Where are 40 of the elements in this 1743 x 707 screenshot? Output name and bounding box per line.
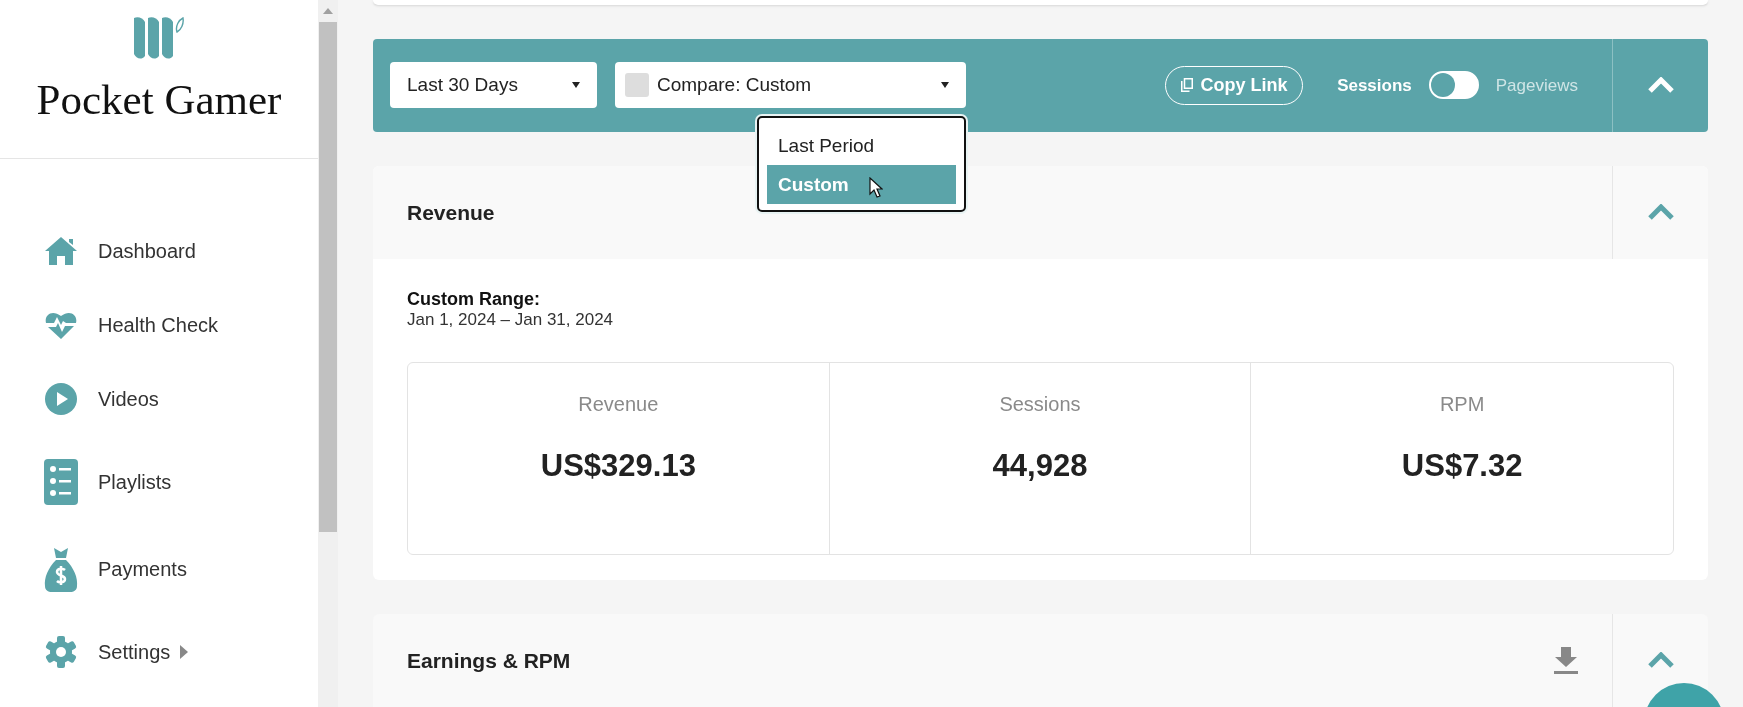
copy-icon bbox=[1180, 78, 1193, 93]
nav-item[interactable]: Payments bbox=[0, 546, 318, 592]
card-title: Earnings & RPM bbox=[407, 647, 572, 674]
nav-item[interactable]: Videos bbox=[0, 376, 318, 422]
checklist-icon bbox=[44, 459, 78, 505]
stat-label: RPM bbox=[1439, 391, 1485, 417]
compare-dropdown[interactable]: Compare: Custom bbox=[615, 62, 966, 109]
stat-label: Revenue bbox=[578, 391, 659, 417]
toggle-switch[interactable] bbox=[1428, 71, 1479, 100]
scroll-up-arrow-icon[interactable] bbox=[323, 8, 333, 14]
chevron-up-icon[interactable] bbox=[1647, 204, 1674, 221]
date-range-dropdown[interactable]: Last 30 Days bbox=[390, 62, 597, 109]
chevron-up-icon[interactable] bbox=[1647, 652, 1674, 668]
logo-icon bbox=[134, 16, 184, 61]
nav-item[interactable]: Health Check bbox=[0, 302, 318, 348]
card-title: Revenue bbox=[407, 199, 496, 226]
cursor-icon bbox=[869, 177, 883, 200]
range-label: Custom Range: bbox=[407, 288, 541, 310]
stat-value: 44,928 bbox=[992, 446, 1088, 485]
stat-value: US$7.32 bbox=[1401, 446, 1523, 485]
nav-item[interactable]: Playlists bbox=[0, 459, 318, 505]
caret-icon bbox=[941, 82, 949, 89]
money-bag-icon bbox=[44, 546, 78, 592]
nav-item[interactable]: Settings bbox=[0, 629, 318, 675]
date-range: Jan 1, 2024 – Jan 31, 2024 bbox=[407, 309, 615, 330]
toggle-label: Sessions bbox=[1337, 74, 1412, 97]
toggle-label: Pageviews bbox=[1495, 74, 1578, 97]
brand-name: Pocket Gamer bbox=[35, 75, 283, 125]
play-circle-icon bbox=[44, 382, 78, 416]
home-icon bbox=[44, 236, 78, 266]
menu-option[interactable]: Last Period bbox=[767, 126, 956, 166]
stat-value: US$329.13 bbox=[540, 446, 696, 485]
checkbox[interactable] bbox=[625, 73, 649, 98]
heart-pulse-icon bbox=[44, 310, 78, 340]
stat-label: Sessions bbox=[999, 391, 1081, 417]
scrollbar-thumb[interactable] bbox=[319, 22, 337, 532]
download-icon[interactable] bbox=[1554, 646, 1578, 675]
settings-icon bbox=[44, 635, 78, 669]
nav-item[interactable]: Dashboard bbox=[0, 228, 318, 274]
caret-icon bbox=[572, 82, 580, 89]
